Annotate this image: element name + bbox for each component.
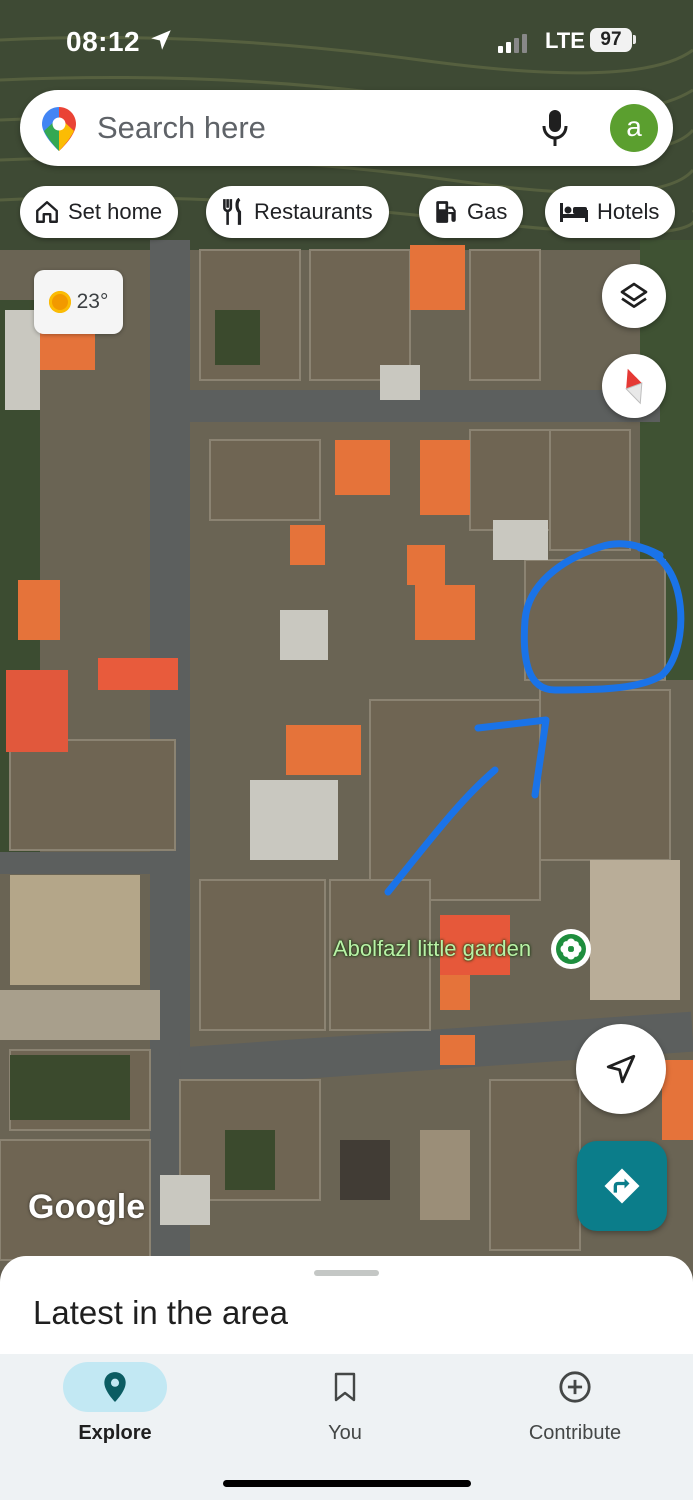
google-logo: Google	[28, 1188, 146, 1226]
nav-explore-highlight	[63, 1362, 167, 1412]
sheet-title: Latest in the area	[33, 1294, 289, 1331]
location-pin-icon	[104, 1372, 126, 1402]
hotel-icon	[559, 200, 589, 224]
nav-you-icon-wrap	[293, 1362, 397, 1412]
chip-gas[interactable]: Gas	[419, 186, 524, 238]
add-circle-icon	[559, 1371, 591, 1403]
nav-contribute[interactable]: Contribute	[460, 1354, 690, 1464]
directions-icon	[604, 1168, 640, 1204]
account-avatar[interactable]: a	[610, 104, 658, 152]
battery-indicator: 97	[590, 28, 632, 52]
cellular-signal-icon	[498, 34, 527, 53]
network-type: LTE	[545, 28, 585, 53]
directions-button[interactable]	[577, 1141, 667, 1231]
status-time: 08:12	[66, 26, 141, 57]
layers-button[interactable]	[602, 264, 666, 328]
sun-icon	[48, 291, 71, 313]
bottom-sheet[interactable]: Latest in the area	[0, 1256, 693, 1366]
home-indicator[interactable]	[223, 1480, 471, 1487]
my-location-button[interactable]	[576, 1024, 666, 1114]
flower-icon	[556, 934, 586, 964]
place-pin[interactable]	[551, 929, 591, 969]
bookmark-icon	[334, 1372, 356, 1402]
restaurant-icon	[220, 198, 246, 226]
chip-label: Restaurants	[254, 199, 373, 224]
gas-station-icon	[433, 199, 459, 225]
chip-hotels[interactable]: Hotels	[545, 186, 676, 238]
bottom-navigation: Explore You Contribute	[0, 1354, 693, 1500]
layers-icon	[620, 282, 648, 308]
battery-tip	[633, 35, 636, 44]
nav-explore[interactable]: Explore	[0, 1354, 230, 1464]
microphone-icon[interactable]	[542, 110, 568, 146]
weather-badge[interactable]: 23°	[34, 270, 123, 334]
chip-restaurants[interactable]: Restaurants	[206, 186, 389, 238]
place-label[interactable]: Abolfazl little garden	[333, 936, 531, 962]
nav-contribute-icon-wrap	[523, 1362, 627, 1412]
weather-temperature: 23°	[76, 290, 109, 313]
chip-label: Hotels	[597, 199, 660, 224]
chip-label: Set home	[68, 199, 163, 224]
status-bar: 08:12 LTE 97	[0, 0, 693, 84]
nav-label: You	[328, 1422, 362, 1444]
location-arrow-icon	[151, 30, 171, 50]
google-maps-logo-icon	[42, 107, 76, 151]
sheet-drag-handle[interactable]	[314, 1270, 379, 1276]
nav-label: Explore	[78, 1422, 152, 1444]
chip-set-home[interactable]: Set home	[20, 186, 179, 238]
compass-button[interactable]	[602, 354, 666, 418]
nav-label: Contribute	[528, 1422, 622, 1444]
home-icon	[34, 199, 60, 225]
search-bar[interactable]: Search here a	[20, 90, 673, 166]
navigation-arrow-icon	[606, 1054, 636, 1084]
compass-icon	[625, 368, 643, 405]
chip-label: Gas	[467, 199, 508, 224]
search-placeholder[interactable]: Search here	[97, 110, 266, 146]
nav-you[interactable]: You	[230, 1354, 460, 1464]
